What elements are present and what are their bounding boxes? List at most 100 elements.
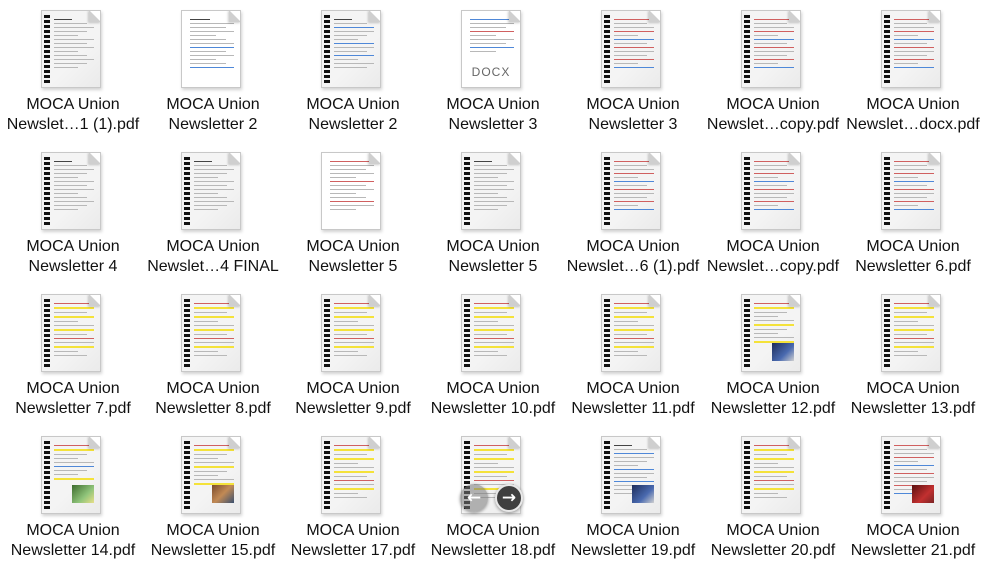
file-name-line-1: MOCA Union <box>586 238 680 255</box>
file-item[interactable]: MOCA Union Newsletter 17.pdf <box>283 429 423 571</box>
file-item[interactable]: MOCA Union Newslet…6 (1).pdf <box>563 145 703 287</box>
file-item[interactable]: MOCA Union Newsletter 18.pdf <box>423 429 563 571</box>
file-name-line-1: MOCA Union <box>726 522 820 539</box>
file-name: MOCA Union Newslet…4 FINAL <box>143 237 283 277</box>
docx-file-icon: DOCX <box>461 10 521 88</box>
file-name-line-2: Newsletter 6.pdf <box>855 258 971 275</box>
spiral-binding-icon <box>44 299 50 367</box>
file-name-line-1: MOCA Union <box>586 522 680 539</box>
file-name: MOCA Union Newsletter 2 <box>283 95 423 135</box>
pdf-thumbnail-icon <box>41 436 101 514</box>
file-name: MOCA Union Newsletter 19.pdf <box>563 521 703 561</box>
pdf-thumbnail-icon <box>741 436 801 514</box>
file-item[interactable]: MOCA Union Newsletter 12.pdf <box>703 287 843 429</box>
spiral-binding-icon <box>744 441 750 509</box>
file-item[interactable]: MOCA Union Newsletter 4 <box>3 145 143 287</box>
spiral-binding-icon <box>464 157 470 225</box>
file-item[interactable]: MOCA Union Newsletter 7.pdf <box>3 287 143 429</box>
pdf-thumbnail-icon <box>321 10 381 88</box>
file-name-line-2: Newsletter 9.pdf <box>295 400 411 417</box>
file-name-line-2: Newslet…6 (1).pdf <box>566 258 700 275</box>
file-item[interactable]: MOCA Union Newslet…1 (1).pdf <box>3 3 143 145</box>
pdf-thumbnail-icon <box>741 152 801 230</box>
file-name-line-1: MOCA Union <box>26 238 120 255</box>
file-item[interactable]: MOCA Union Newsletter 13.pdf <box>843 287 983 429</box>
file-name-line-2: Newsletter 10.pdf <box>430 400 556 417</box>
photo-thumbnail <box>772 343 794 361</box>
pdf-thumbnail-icon <box>601 294 661 372</box>
photo-thumbnail <box>212 485 234 503</box>
file-name-line-1: MOCA Union <box>26 96 120 113</box>
file-item[interactable]: MOCA Union Newsletter 5 <box>423 145 563 287</box>
file-name: MOCA Union Newsletter 3 <box>563 95 703 135</box>
file-item[interactable]: MOCA Union Newsletter 11.pdf <box>563 287 703 429</box>
file-name-line-2: Newsletter 18.pdf <box>430 542 556 559</box>
file-item[interactable]: MOCA Union Newsletter 8.pdf <box>143 287 283 429</box>
file-name-line-1: MOCA Union <box>446 238 540 255</box>
file-item[interactable]: MOCA Union Newsletter 20.pdf <box>703 429 843 571</box>
pdf-thumbnail-icon <box>881 10 941 88</box>
file-item[interactable]: MOCA Union Newsletter 2 <box>143 3 283 145</box>
file-name-line-2: Newsletter 5 <box>448 258 538 275</box>
file-item[interactable]: MOCA Union Newsletter 2 <box>283 3 423 145</box>
next-arrow-button[interactable]: → <box>495 484 523 512</box>
file-item[interactable]: MOCA Union Newsletter 9.pdf <box>283 287 423 429</box>
spiral-binding-icon <box>884 157 890 225</box>
spiral-binding-icon <box>184 299 190 367</box>
pdf-thumbnail-icon <box>41 294 101 372</box>
file-item[interactable]: MOCA Union Newsletter 15.pdf <box>143 429 283 571</box>
spiral-binding-icon <box>604 15 610 83</box>
spiral-binding-icon <box>184 157 190 225</box>
pdf-thumbnail-icon <box>41 152 101 230</box>
file-item[interactable]: MOCA Union Newsletter 5 <box>283 145 423 287</box>
file-name: MOCA Union Newsletter 20.pdf <box>703 521 843 561</box>
pdf-thumbnail-icon <box>741 294 801 372</box>
file-name-line-2: Newsletter 14.pdf <box>10 542 136 559</box>
pdf-thumbnail-icon <box>181 436 241 514</box>
file-item[interactable]: MOCA Union Newsletter 19.pdf <box>563 429 703 571</box>
file-item[interactable]: DOCX MOCA Union Newsletter 3 <box>423 3 563 145</box>
spiral-binding-icon <box>744 299 750 367</box>
file-item[interactable]: MOCA Union Newslet…copy.pdf <box>703 3 843 145</box>
file-name-line-2: Newsletter 7.pdf <box>15 400 131 417</box>
pdf-thumbnail-icon <box>881 294 941 372</box>
photo-thumbnail <box>912 485 934 503</box>
file-name-line-2: Newslet…4 FINAL <box>147 258 279 275</box>
file-name: MOCA Union Newslet…docx.pdf <box>843 95 983 135</box>
file-name-line-1: MOCA Union <box>866 96 960 113</box>
file-item[interactable]: MOCA Union Newslet…copy.pdf <box>703 145 843 287</box>
left-arrow-icon: ← <box>466 488 482 508</box>
file-name-line-2: Newsletter 21.pdf <box>850 542 976 559</box>
file-item[interactable]: MOCA Union Newsletter 3 <box>563 3 703 145</box>
file-name-line-2: Newsletter 4 <box>28 258 118 275</box>
file-item[interactable]: MOCA Union Newslet…docx.pdf <box>843 3 983 145</box>
spiral-binding-icon <box>744 15 750 83</box>
file-name: MOCA Union Newslet…copy.pdf <box>703 95 843 135</box>
file-item[interactable]: MOCA Union Newsletter 6.pdf <box>843 145 983 287</box>
file-name-line-2: Newsletter 13.pdf <box>850 400 976 417</box>
previous-arrow-button[interactable]: ← <box>460 484 488 512</box>
file-name-line-1: MOCA Union <box>306 380 400 397</box>
file-name-line-2: Newsletter 8.pdf <box>155 400 271 417</box>
spiral-binding-icon <box>464 299 470 367</box>
file-item[interactable]: MOCA Union Newsletter 14.pdf <box>3 429 143 571</box>
file-name-line-1: MOCA Union <box>726 96 820 113</box>
file-name: MOCA Union Newsletter 17.pdf <box>283 521 423 561</box>
spiral-binding-icon <box>604 299 610 367</box>
pdf-thumbnail-icon <box>181 152 241 230</box>
spiral-binding-icon <box>324 299 330 367</box>
file-item[interactable]: MOCA Union Newsletter 10.pdf <box>423 287 563 429</box>
file-name-line-2: Newsletter 17.pdf <box>290 542 416 559</box>
file-name-line-1: MOCA Union <box>166 522 260 539</box>
spiral-binding-icon <box>44 157 50 225</box>
spiral-binding-icon <box>744 157 750 225</box>
file-item[interactable]: MOCA Union Newslet…4 FINAL <box>143 145 283 287</box>
pdf-thumbnail-icon <box>741 10 801 88</box>
file-name-line-1: MOCA Union <box>306 238 400 255</box>
file-name-line-1: MOCA Union <box>26 380 120 397</box>
file-name-line-2: Newslet…docx.pdf <box>846 116 980 133</box>
file-name: MOCA Union Newsletter 5 <box>423 237 563 277</box>
file-name-line-2: Newsletter 12.pdf <box>710 400 836 417</box>
file-item[interactable]: MOCA Union Newsletter 21.pdf <box>843 429 983 571</box>
pdf-thumbnail-icon <box>601 10 661 88</box>
